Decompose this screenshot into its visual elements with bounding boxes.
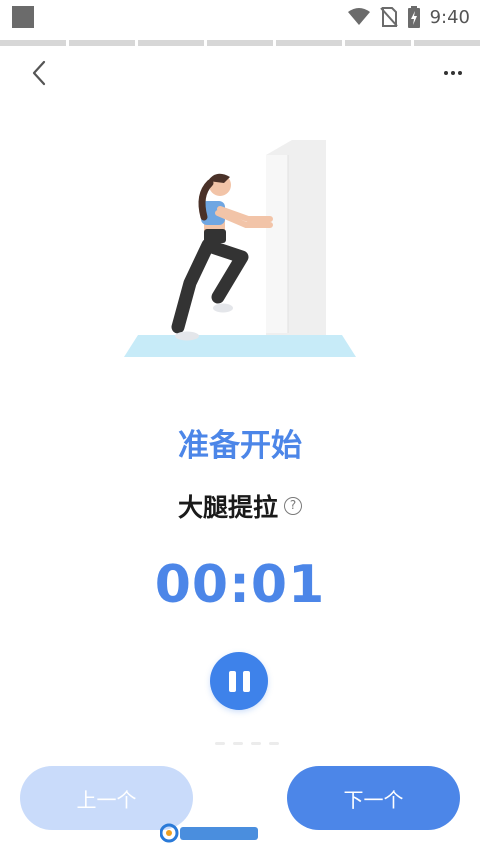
status-icons: 9:40 xyxy=(347,5,470,29)
progress-segment xyxy=(276,40,342,46)
pause-button[interactable] xyxy=(210,652,268,710)
more-dots-icon xyxy=(444,71,462,75)
exercise-illustration xyxy=(120,135,360,365)
status-time: 9:40 xyxy=(429,6,470,28)
watermark-logo xyxy=(159,822,260,844)
pause-icon xyxy=(242,670,250,692)
progress-segment xyxy=(0,40,66,46)
previous-exercise-button[interactable]: 上一个 xyxy=(20,766,193,830)
back-button[interactable] xyxy=(22,56,56,90)
more-button[interactable] xyxy=(436,56,470,90)
progress-segment xyxy=(345,40,411,46)
notification-square-icon xyxy=(12,6,34,28)
help-icon[interactable]: ? xyxy=(284,497,302,515)
woman-stretching-illustration xyxy=(124,140,356,357)
exercise-name: 大腿提拉 xyxy=(177,493,278,522)
progress-segment xyxy=(207,40,273,46)
no-sim-icon xyxy=(379,7,398,27)
countdown-timer: 00:01 xyxy=(154,555,326,615)
battery-charging-icon xyxy=(407,6,420,28)
status-bar: 9:40 xyxy=(0,0,480,34)
faint-indicator xyxy=(215,742,305,746)
progress-segment xyxy=(414,40,480,46)
wifi-icon xyxy=(347,8,370,25)
exercise-progress xyxy=(0,40,480,46)
chevron-left-icon xyxy=(32,60,46,86)
next-exercise-button[interactable]: 下一个 xyxy=(287,766,460,830)
progress-segment xyxy=(69,40,135,46)
exercise-status-title: 准备开始 xyxy=(178,428,302,464)
progress-segment xyxy=(138,40,204,46)
exercise-name-row: 大腿提拉 ? xyxy=(0,488,480,524)
pause-icon xyxy=(228,670,236,692)
